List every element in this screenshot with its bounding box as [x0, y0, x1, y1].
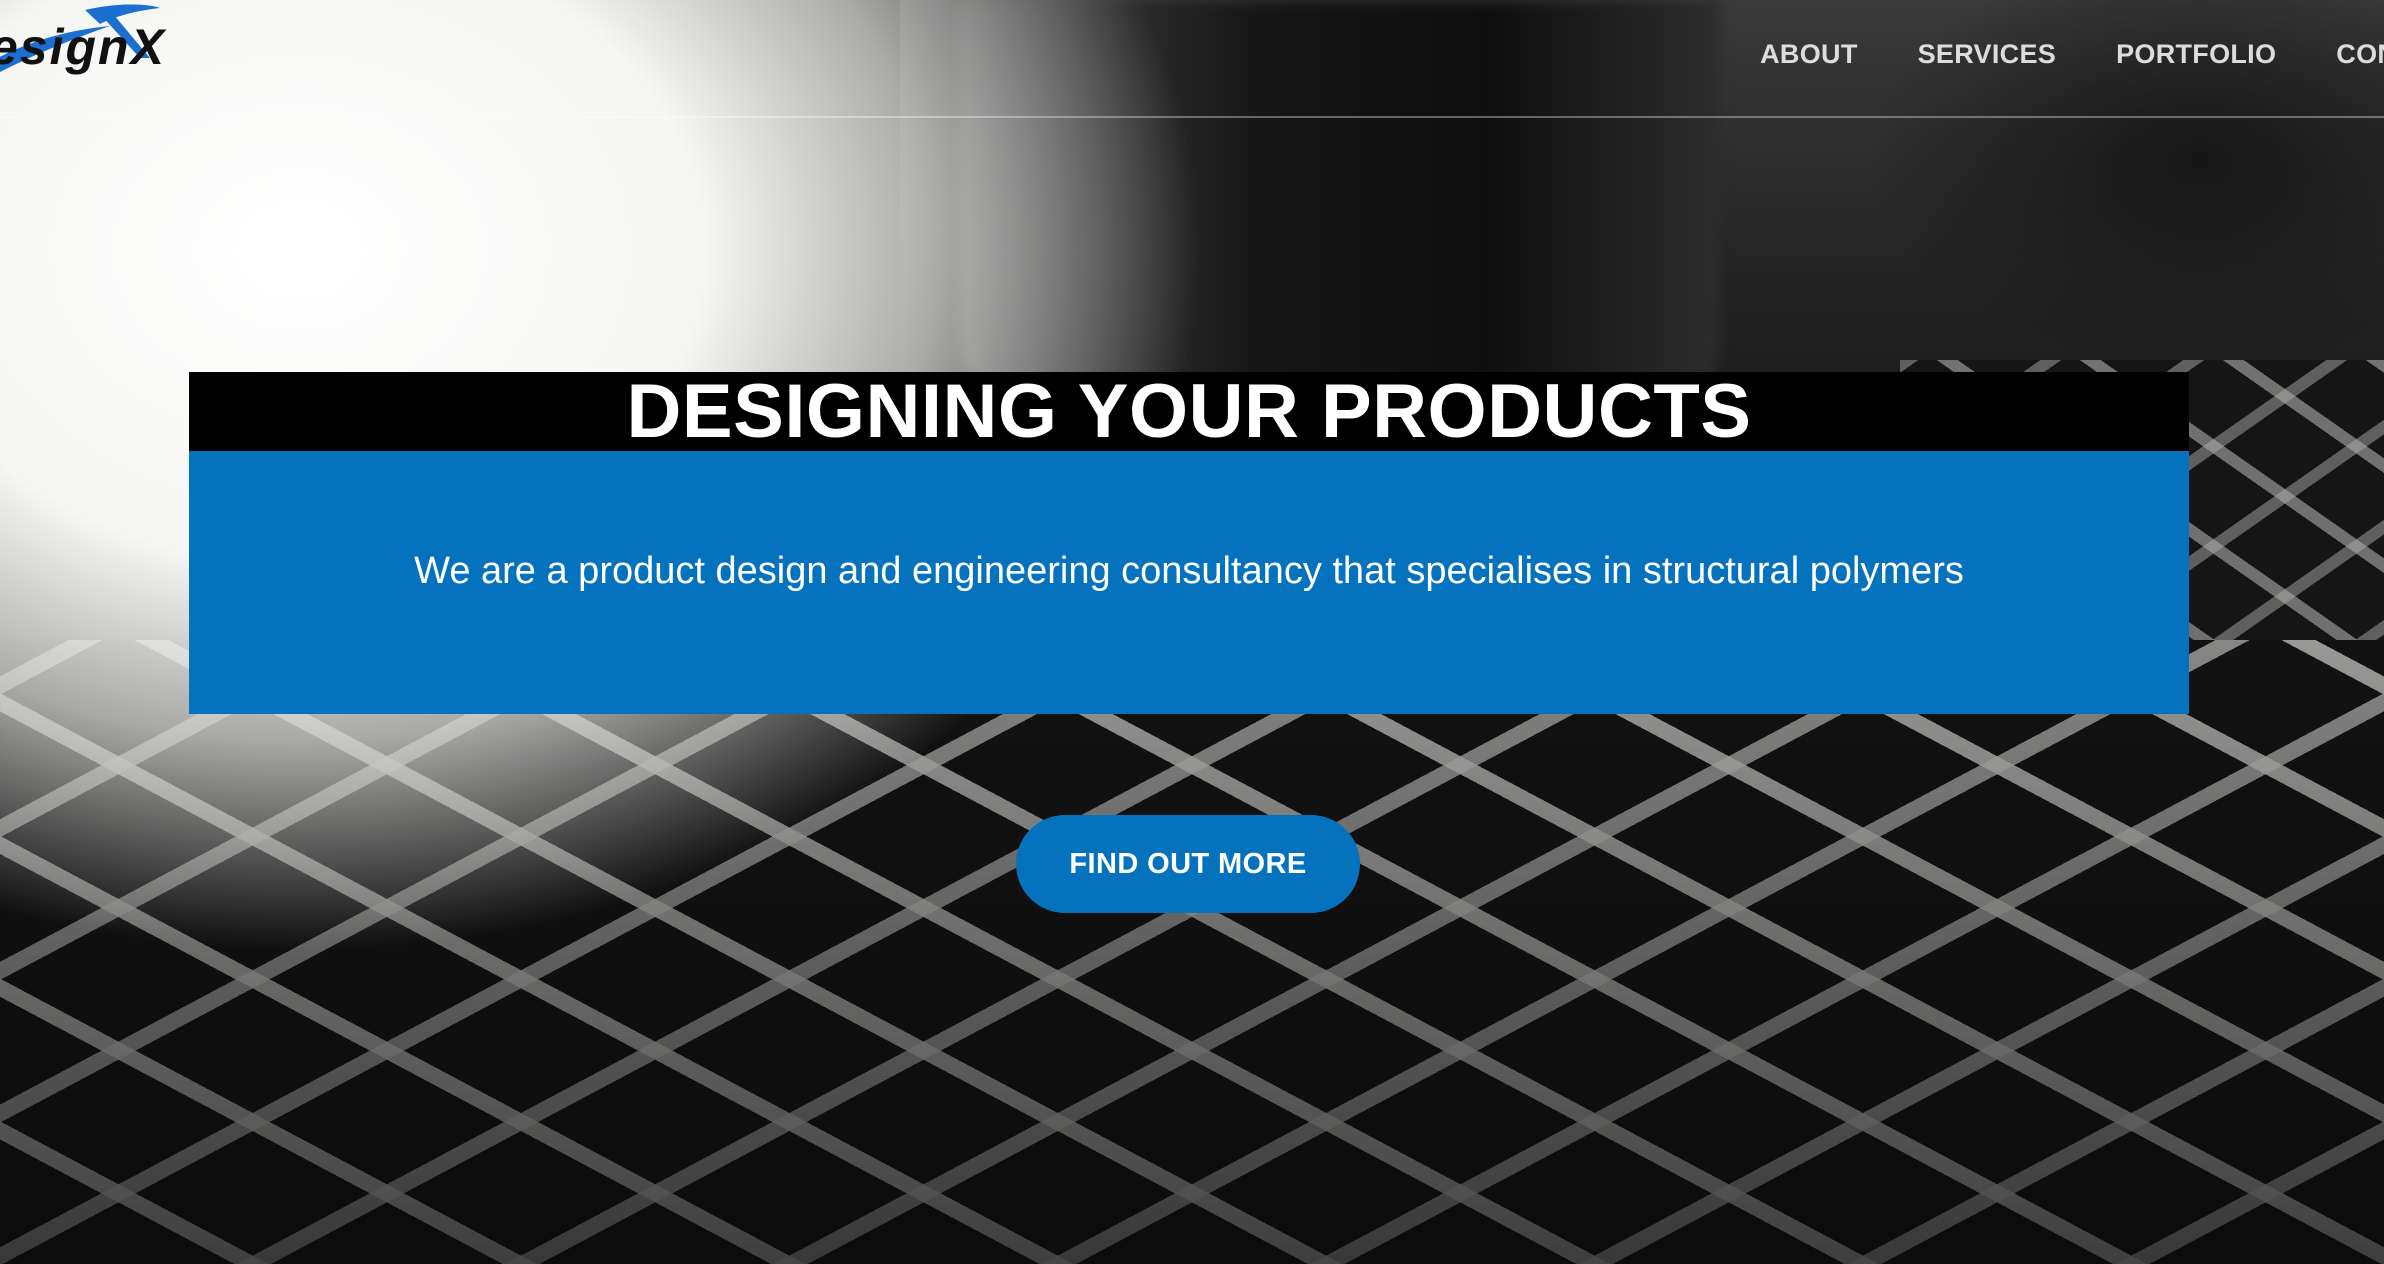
nav-portfolio[interactable]: PORTFOLIO [2086, 34, 2306, 74]
nav-contact[interactable]: CONT [2306, 34, 2384, 74]
hero-title-bar: DESIGNING YOUR PRODUCTS [189, 372, 2189, 451]
site-header: esignX ABOUT SERVICES PORTFOLIO CONT [0, 0, 2384, 118]
designx-logo[interactable]: esignX [0, 0, 205, 80]
hero-tagline: We are a product design and engineering … [414, 550, 1964, 592]
nav-services[interactable]: SERVICES [1888, 34, 2086, 74]
logo-wordmark: esignX [0, 19, 167, 75]
hero-title: DESIGNING YOUR PRODUCTS [626, 369, 1752, 454]
hero-tagline-box: We are a product design and engineering … [189, 451, 2189, 714]
main-nav: ABOUT SERVICES PORTFOLIO CONT [1730, 34, 2384, 74]
nav-about[interactable]: ABOUT [1730, 34, 1888, 74]
find-out-more-button[interactable]: FIND OUT MORE [1016, 815, 1360, 913]
